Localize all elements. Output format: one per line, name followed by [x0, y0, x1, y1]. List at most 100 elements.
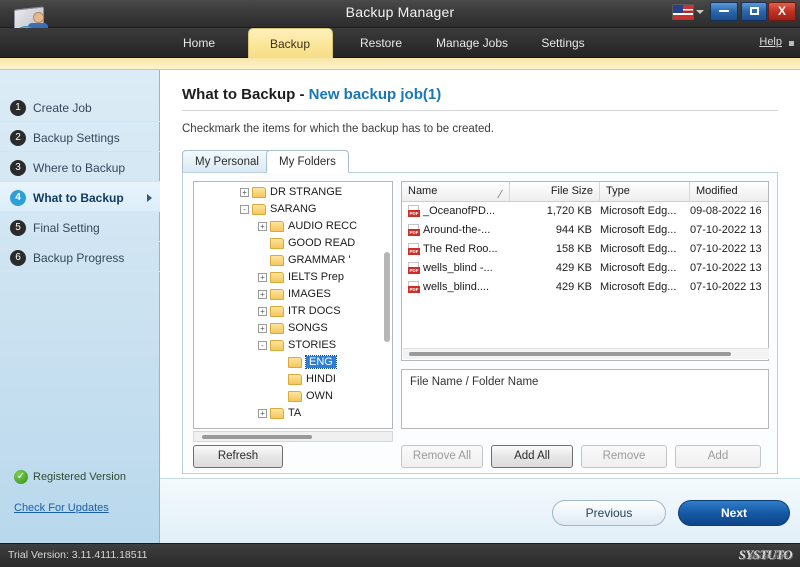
tree-horizontal-scrollbar[interactable] [193, 431, 393, 442]
remove-button[interactable]: Remove [581, 445, 667, 468]
column-header-modified[interactable]: Modified [690, 182, 770, 202]
file-name-text: The Red Roo... [423, 243, 498, 256]
folder-icon [270, 221, 284, 232]
file-list-row[interactable]: The Red Roo... 158 KB Microsoft Edg... 07-1… [402, 241, 768, 260]
tree-node[interactable]: + IMAGES [194, 286, 392, 303]
language-chevron-down-icon[interactable] [696, 10, 704, 14]
tree-node[interactable]: + SONGS [194, 320, 392, 337]
add-all-button[interactable]: Add All [491, 445, 573, 468]
action-button-row: Refresh Remove All Add All Remove Add [183, 445, 779, 469]
next-button[interactable]: Next [678, 500, 790, 526]
step-list: 1 Create Job 2 Backup Settings 3 Where to Bac… [0, 92, 160, 272]
tab-my-folders[interactable]: My Folders [266, 150, 349, 173]
folder-tree-panel[interactable]: + DR STRANGE - SARANG + AUDIO RECC GOOD READ GR… [193, 181, 393, 429]
previous-button[interactable]: Previous [552, 500, 666, 526]
sidebar-step-where-to-backup[interactable]: 3 Where to Backup [0, 152, 160, 182]
tree-node-label: IELTS Prep [288, 271, 345, 283]
column-header-type[interactable]: Type [600, 182, 690, 202]
folder-icon [288, 357, 302, 368]
selected-items-panel[interactable]: File Name / Folder Name [401, 369, 769, 429]
title-bar: Backup Manager X [0, 0, 800, 28]
tree-node-label: ITR DOCS [288, 305, 341, 317]
file-list-row[interactable]: wells_blind -... 429 KB Microsoft Edg... 07… [402, 260, 768, 279]
pdf-file-icon [408, 262, 420, 275]
tree-node[interactable]: ENG [194, 354, 392, 371]
tree-node[interactable]: - SARANG [194, 201, 392, 218]
wizard-footer: Previous Next [160, 479, 800, 543]
tree-node-label: OWN [306, 390, 333, 402]
tree-node[interactable]: + DR STRANGE [194, 184, 392, 201]
folder-icon [252, 204, 266, 215]
file-list-row[interactable]: _OceanofPD... 1,720 KB Microsoft Edg... 09-… [402, 203, 768, 222]
tree-node[interactable]: OWN [194, 388, 392, 405]
tree-node[interactable]: + AUDIO RECC [194, 218, 392, 235]
file-name-text: wells_blind -... [423, 262, 493, 275]
file-list-row[interactable]: Around-the-... 944 KB Microsoft Edg... 07-1… [402, 222, 768, 241]
accent-strip [0, 58, 800, 70]
step-number-badge: 3 [10, 159, 26, 176]
pdf-file-icon [408, 281, 420, 294]
folder-icon [270, 306, 284, 317]
sidebar-step-backup-progress[interactable]: 6 Backup Progress [0, 242, 160, 272]
file-name-cell: Around-the-... [408, 224, 490, 237]
tree-spacer-icon [276, 358, 285, 367]
folder-icon [270, 289, 284, 300]
sidebar-step-backup-settings[interactable]: 2 Backup Settings [0, 122, 160, 152]
tree-node-label: HINDI [306, 373, 336, 385]
folder-icon [270, 408, 284, 419]
collapse-icon[interactable]: - [240, 205, 249, 214]
page-title: What to Backup - New backup job(1) [182, 86, 441, 103]
file-list-panel[interactable]: Name / File Size Type Modified _OceanofP… [401, 181, 769, 361]
nav-tab-restore[interactable]: Restore [341, 28, 421, 58]
expand-icon[interactable]: + [258, 273, 267, 282]
tree-node[interactable]: + TA [194, 405, 392, 422]
help-link[interactable]: Help [759, 36, 782, 48]
expand-icon[interactable]: + [258, 290, 267, 299]
expand-icon[interactable]: + [258, 307, 267, 316]
add-button[interactable]: Add [675, 445, 761, 468]
tree-node[interactable]: HINDI [194, 371, 392, 388]
tree-vertical-scrollbar[interactable] [384, 252, 390, 342]
nav-tab-backup[interactable]: Backup [247, 28, 333, 58]
remove-all-button[interactable]: Remove All [401, 445, 483, 468]
file-name-text: _OceanofPD... [423, 205, 496, 218]
tree-node[interactable]: + ITR DOCS [194, 303, 392, 320]
minimize-button[interactable] [710, 2, 738, 21]
sidebar-step-final-setting[interactable]: 5 Final Setting [0, 212, 160, 242]
file-list-horizontal-scrollbar[interactable] [403, 348, 769, 359]
tree-node[interactable]: GRAMMAR ' [194, 252, 392, 269]
expand-icon[interactable]: + [258, 222, 267, 231]
step-number-badge: 2 [10, 129, 26, 146]
column-header-file-size[interactable]: File Size [510, 182, 600, 202]
check-for-updates-link[interactable]: Check For Updates [14, 502, 109, 514]
folder-icon [288, 374, 302, 385]
tab-my-personal[interactable]: My Personal [182, 150, 272, 173]
sidebar-step-create-job[interactable]: 1 Create Job [0, 92, 160, 122]
help-menu-icon[interactable] [789, 41, 794, 46]
collapse-icon[interactable]: - [258, 341, 267, 350]
tree-node[interactable]: + IELTS Prep [194, 269, 392, 286]
expand-icon[interactable]: + [258, 324, 267, 333]
folder-icon [270, 238, 284, 249]
registered-status: ✓ Registered Version [14, 470, 126, 484]
expand-icon[interactable]: + [258, 409, 267, 418]
folder-icon [288, 391, 302, 402]
step-label: Create Job [33, 100, 92, 115]
expand-icon[interactable]: + [240, 188, 249, 197]
language-flag-icon[interactable] [672, 4, 694, 20]
nav-tab-manage-jobs[interactable]: Manage Jobs [426, 28, 518, 58]
tree-node[interactable]: GOOD READ [194, 235, 392, 252]
tree-node[interactable]: - STORIES [194, 337, 392, 354]
file-list-row[interactable]: wells_blind.... 429 KB Microsoft Edg... 07-… [402, 279, 768, 298]
sidebar-step-what-to-backup[interactable]: 4 What to Backup [0, 182, 160, 212]
nav-tab-settings[interactable]: Settings [523, 28, 603, 58]
nav-tab-home[interactable]: Home [159, 28, 239, 58]
column-header-name[interactable]: Name / [402, 182, 510, 202]
close-button[interactable]: X [768, 2, 796, 21]
folder-icon [252, 187, 266, 198]
selected-items-placeholder: File Name / Folder Name [410, 376, 539, 388]
maximize-button[interactable] [741, 2, 767, 21]
refresh-button[interactable]: Refresh [193, 445, 283, 468]
step-label: What to Backup [33, 190, 124, 205]
tree-node-label: DR STRANGE [270, 186, 343, 198]
